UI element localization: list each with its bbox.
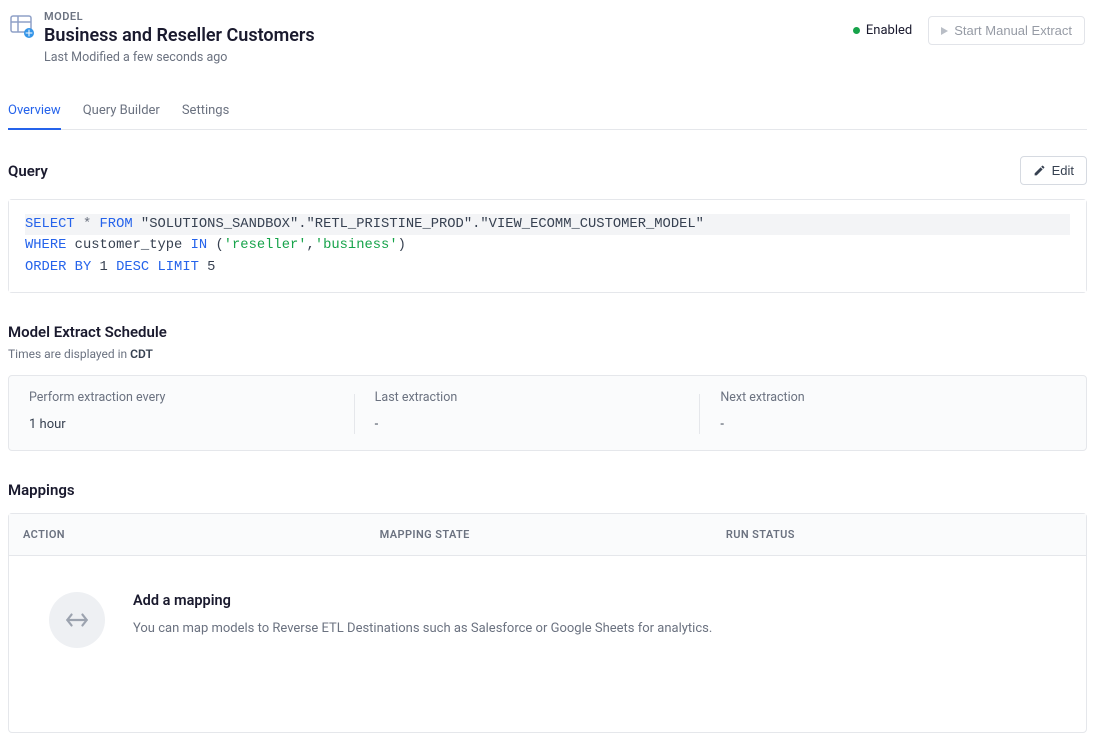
schedule-col-last: Last extraction - [375,390,721,432]
schedule-next-value: - [720,417,1046,432]
schedule-col-next: Next extraction - [720,390,1066,432]
start-manual-extract-label: Start Manual Extract [954,23,1072,38]
mappings-section-header: Mappings [8,481,1087,499]
mappings-panel: ACTION MAPPING STATE RUN STATUS Add a ma… [8,513,1087,733]
schedule-interval-value: 1 hour [29,417,355,432]
schedule-interval-label: Perform extraction every [29,390,355,405]
last-modified: Last Modified a few seconds ago [44,50,315,65]
schedule-last-label: Last extraction [375,390,701,405]
mappings-header-run: RUN STATUS [726,528,1072,541]
tabs: Overview Query Builder Settings [8,93,1087,130]
query-panel: SELECT * FROM "SOLUTIONS_SANDBOX"."RETL_… [8,199,1087,293]
query-section-title: Query [8,162,48,180]
schedule-last-value: - [375,417,701,432]
edit-query-button[interactable]: Edit [1020,156,1087,185]
page-title: Business and Reseller Customers [44,25,315,46]
sql-pre: SELECT * FROM "SOLUTIONS_SANDBOX"."RETL_… [25,214,1070,278]
swap-icon [49,592,105,648]
status-dot-icon [853,27,860,34]
pencil-icon [1033,164,1046,177]
eyebrow-label: MODEL [44,10,315,23]
schedule-panel: Perform extraction every 1 hour Last ext… [8,375,1087,451]
schedule-section-title: Model Extract Schedule [8,323,1087,341]
page-header: MODEL Business and Reseller Customers La… [8,8,1087,75]
mappings-header-action: ACTION [23,528,380,541]
schedule-next-label: Next extraction [720,390,1046,405]
tab-query-builder[interactable]: Query Builder [83,93,160,130]
mappings-empty-state: Add a mapping You can map models to Reve… [9,556,1086,684]
mappings-section-title: Mappings [8,481,1087,499]
schedule-subtitle: Times are displayed in CDT [8,347,1087,361]
start-manual-extract-button[interactable]: Start Manual Extract [928,16,1085,45]
model-icon [10,14,34,38]
add-mapping-link[interactable]: Add a mapping [133,592,712,609]
status-label: Enabled [866,23,912,38]
mappings-table-header: ACTION MAPPING STATE RUN STATUS [9,514,1086,556]
header-right: Enabled Start Manual Extract [853,10,1085,45]
sql-code-block: SELECT * FROM "SOLUTIONS_SANDBOX"."RETL_… [9,200,1086,292]
query-section-header: Query Edit [8,156,1087,185]
add-mapping-desc: You can map models to Reverse ETL Destin… [133,621,712,636]
status-badge: Enabled [853,23,912,38]
edit-label: Edit [1052,163,1074,178]
mappings-header-state: MAPPING STATE [380,528,726,541]
schedule-section-header: Model Extract Schedule Times are display… [8,323,1087,361]
sql-select: SELECT [25,217,75,232]
schedule-col-interval: Perform extraction every 1 hour [29,390,375,432]
tab-overview[interactable]: Overview [8,93,61,130]
play-icon [941,27,948,35]
tab-settings[interactable]: Settings [182,93,229,130]
header-left: MODEL Business and Reseller Customers La… [10,10,315,65]
